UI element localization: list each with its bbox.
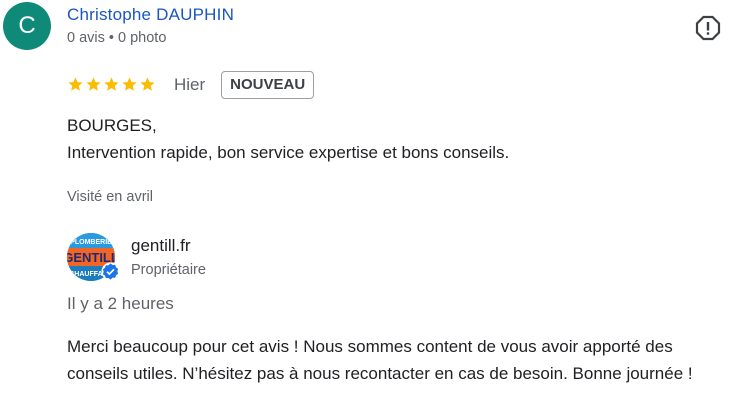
rating-row: Hier NOUVEAU [67,69,315,100]
star-icon [86,77,101,91]
star-icon [140,77,155,91]
reply-time: Il y a 2 heures [67,294,174,313]
visited-date: Visité en avril [67,189,153,205]
star-icon [68,77,83,91]
star-rating [67,76,156,93]
reply-text: Merci beaucoup pour cet avis ! Nous somm… [67,337,693,383]
logo-text-top: PLOMBERIE [70,239,112,246]
author-meta: 0 avis • 0 photo [67,30,167,46]
author-avatar[interactable]: C [3,2,51,50]
star-icon [104,77,119,91]
review-date: Hier [174,74,206,94]
new-badge: NOUVEAU [221,70,315,99]
report-icon [695,15,721,41]
verified-check-icon [101,262,120,281]
review-card: C Christophe DAUPHIN 0 avis • 0 photo Hi… [0,0,732,415]
owner-name: gentill.fr [131,236,191,255]
owner-role: Propriétaire [131,262,206,278]
review-text-line: BOURGES, [67,116,157,135]
report-review-button[interactable] [695,15,721,41]
star-icon [122,77,137,91]
author-name[interactable]: Christophe DAUPHIN [67,5,234,25]
review-text: BOURGES, Intervention rapide, bon servic… [67,112,509,166]
review-text-line: Intervention rapide, bon service experti… [67,143,510,162]
author-initial: C [18,12,36,39]
